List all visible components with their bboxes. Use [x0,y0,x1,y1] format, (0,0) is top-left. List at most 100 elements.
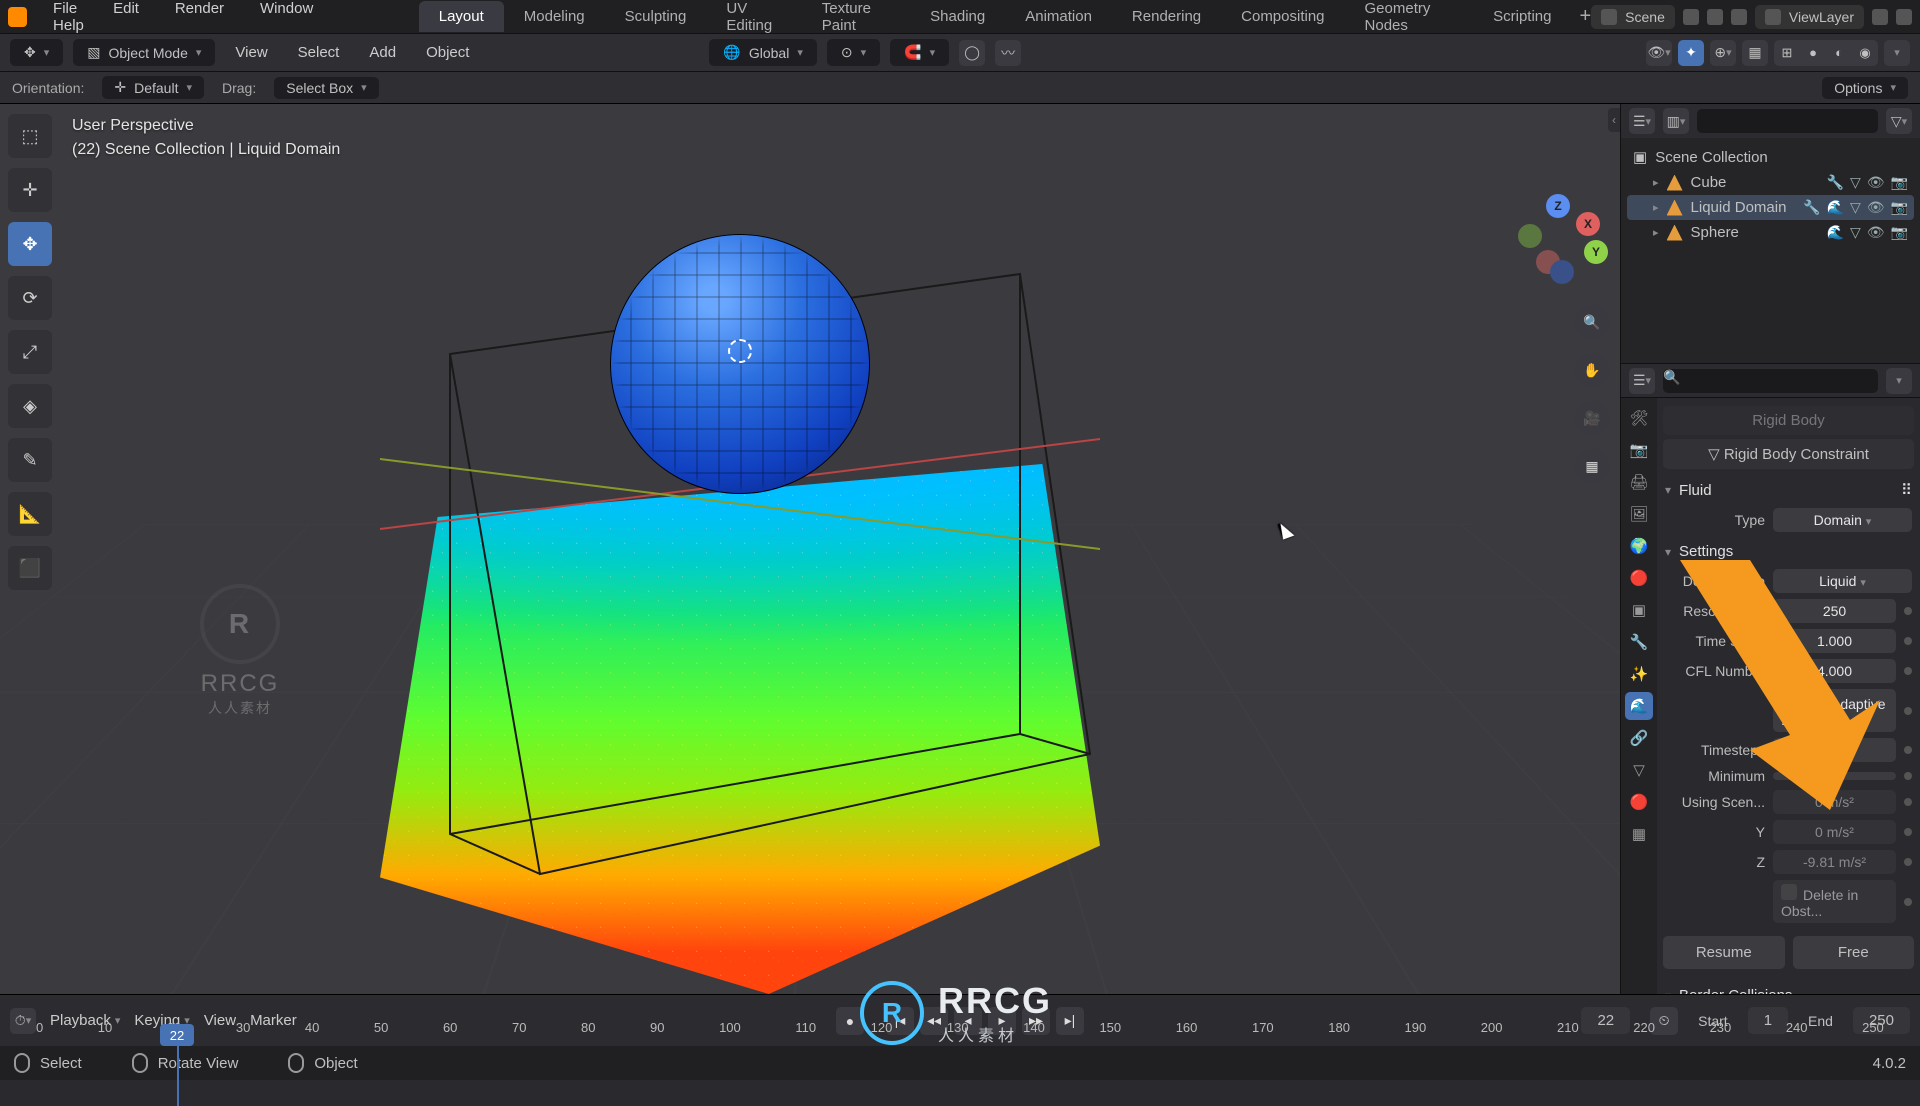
tab-viewlayer[interactable]: 🖼 [1625,500,1653,528]
anim-dot[interactable] [1904,898,1912,906]
modifier-icon[interactable]: 🔧 [1803,199,1820,216]
tab-shading[interactable]: Shading [910,1,1005,32]
props-options[interactable]: ▾ [1886,368,1912,394]
menu-edit[interactable]: Edit [113,0,139,17]
overlay-toggle[interactable]: ⊕▾ [1710,40,1736,66]
playhead[interactable]: 22 [160,1024,194,1046]
drag-dropdown[interactable]: Select Box ▾ [274,77,378,99]
tool-annotate[interactable]: ✎ [8,438,52,482]
tab-compositing[interactable]: Compositing [1221,1,1344,32]
anim-dot[interactable] [1904,858,1912,866]
axis-neg-y[interactable] [1518,224,1542,248]
timescale-value[interactable]: 1.000 [1773,629,1896,653]
modifier-icon[interactable]: 🔧 [1827,174,1844,191]
tab-object[interactable]: ▣ [1625,596,1653,624]
tab-layout[interactable]: Layout [419,1,504,32]
axis-x[interactable]: X [1576,212,1600,236]
delete-obst-checkbox[interactable]: Delete in Obst... [1773,880,1896,923]
fluid-panel-header[interactable]: ▾ Fluid ⠿ [1663,473,1914,505]
tab-animation[interactable]: Animation [1005,1,1112,32]
type-value[interactable]: Domain ▾ [1773,508,1912,532]
editor-type-selector[interactable]: ✥▾ [10,39,63,66]
shading-options[interactable]: ▾ [1884,40,1910,66]
pivot-point[interactable]: ⊙▾ [827,39,880,66]
scene-delete-icon[interactable] [1731,9,1747,25]
disclosure-icon[interactable]: ▸ [1653,201,1659,214]
visibility-menu[interactable]: 👁▾ [1646,40,1672,66]
outliner-item-liquid-domain[interactable]: ▸ Liquid Domain 🔧🌊▽👁📷 [1627,195,1914,220]
rigid-body-button[interactable]: Rigid Body [1663,406,1914,435]
physics-icon[interactable]: 🌊 [1827,224,1844,241]
tool-add-cube[interactable]: ⬛ [8,546,52,590]
view-menu[interactable]: View [225,44,277,61]
eye-icon[interactable]: 👁 [1867,224,1885,241]
anim-dot[interactable] [1904,772,1912,780]
shading-rendered[interactable]: ◉ [1852,40,1878,66]
viewlayer-selector[interactable]: ViewLayer [1755,5,1864,29]
tab-sculpting[interactable]: Sculpting [605,1,707,32]
ortho-icon[interactable]: ▦ [1574,448,1610,484]
props-editor-type[interactable]: ☰▾ [1629,368,1655,394]
rigid-body-constraint-button[interactable]: ▽ Rigid Body Constraint [1663,439,1914,469]
disclosure-icon[interactable]: ▸ [1653,176,1659,189]
tab-geometry-nodes[interactable]: Geometry Nodes [1345,0,1474,41]
axis-neg-z[interactable] [1550,260,1574,284]
physics-icon[interactable]: 🌊 [1827,199,1844,216]
proportional-edit[interactable]: ◯ [959,40,985,66]
tab-output[interactable]: 🖨 [1625,468,1653,496]
tool-rotate[interactable]: ⟳ [8,276,52,320]
3d-viewport[interactable]: ⬚ ✛ ✥ ⟳ ⤢ ◈ ✎ 📐 ⬛ User Perspective (22) … [0,104,1620,994]
tab-rendering[interactable]: Rendering [1112,1,1221,32]
border-collisions-header[interactable]: ▾ Border Collisions [1663,979,1914,994]
outliner-filter[interactable]: ▽▾ [1886,108,1912,134]
tab-world[interactable]: 🔴 [1625,564,1653,592]
tool-transform[interactable]: ◈ [8,384,52,428]
tab-scene[interactable]: 🌍 [1625,532,1653,560]
render-icon[interactable]: 📷 [1891,199,1908,216]
region-toggle[interactable]: ‹ [1608,108,1620,132]
eye-icon[interactable]: 👁 [1867,174,1885,191]
menu-render[interactable]: Render [175,0,224,17]
resolution-value[interactable]: 250 [1773,599,1896,623]
outliner-item-sphere[interactable]: ▸ Sphere 🌊▽👁📷 [1627,220,1914,245]
timesteps-value[interactable]: 4 [1773,738,1896,762]
scene-browse-icon[interactable] [1683,9,1699,25]
options-dropdown[interactable]: Options ▾ [1822,77,1908,99]
tab-particles[interactable]: ✨ [1625,660,1653,688]
props-search[interactable]: 🔍 [1663,369,1878,393]
proportional-falloff[interactable]: 〰 [995,40,1021,66]
tab-data[interactable]: ▽ [1625,756,1653,784]
tab-physics[interactable]: 🌊 [1625,692,1653,720]
menu-file[interactable]: File [53,0,77,17]
tab-modifiers[interactable]: 🔧 [1625,628,1653,656]
navigation-gizmo[interactable]: X Y Z [1514,194,1604,284]
select-menu[interactable]: Select [288,44,350,61]
tab-constraints[interactable]: 🔗 [1625,724,1653,752]
settings-panel-header[interactable]: ▾ Settings [1663,535,1914,566]
snap-toggle[interactable]: 🧲▾ [890,39,949,66]
cfl-value[interactable]: 4.000 [1773,659,1896,683]
outliner-view-menu[interactable]: ▥▾ [1663,108,1689,134]
tab-texture-paint[interactable]: Texture Paint [802,0,910,41]
shading-matprev[interactable]: ◐ [1826,40,1852,66]
resume-bake-button[interactable]: Resume [1663,936,1785,969]
tool-measure[interactable]: 📐 [8,492,52,536]
pan-icon[interactable]: ✋ [1574,352,1610,388]
outliner-display-mode[interactable]: ☰▾ [1629,108,1655,134]
gizmo-toggle[interactable]: ✦ [1678,40,1704,66]
outliner-item-cube[interactable]: ▸ Cube 🔧▽👁📷 [1627,170,1914,195]
eye-icon[interactable]: 👁 [1867,199,1885,216]
free-bake-button[interactable]: Free [1793,936,1915,969]
anim-dot[interactable] [1904,667,1912,675]
tab-scripting[interactable]: Scripting [1473,1,1571,32]
shading-wireframe[interactable]: ⊞ [1774,40,1800,66]
tool-select-box[interactable]: ⬚ [8,114,52,158]
anim-dot[interactable] [1904,707,1912,715]
render-icon[interactable]: 📷 [1891,224,1908,241]
menu-window[interactable]: Window [260,0,313,17]
outliner-scene-collection[interactable]: ▣ Scene Collection [1627,144,1914,170]
panel-menu-icon[interactable]: ⠿ [1901,481,1912,499]
tab-texture[interactable]: ▦ [1625,820,1653,848]
tool-scale[interactable]: ⤢ [8,330,52,374]
disclosure-icon[interactable]: ▸ [1653,226,1659,239]
